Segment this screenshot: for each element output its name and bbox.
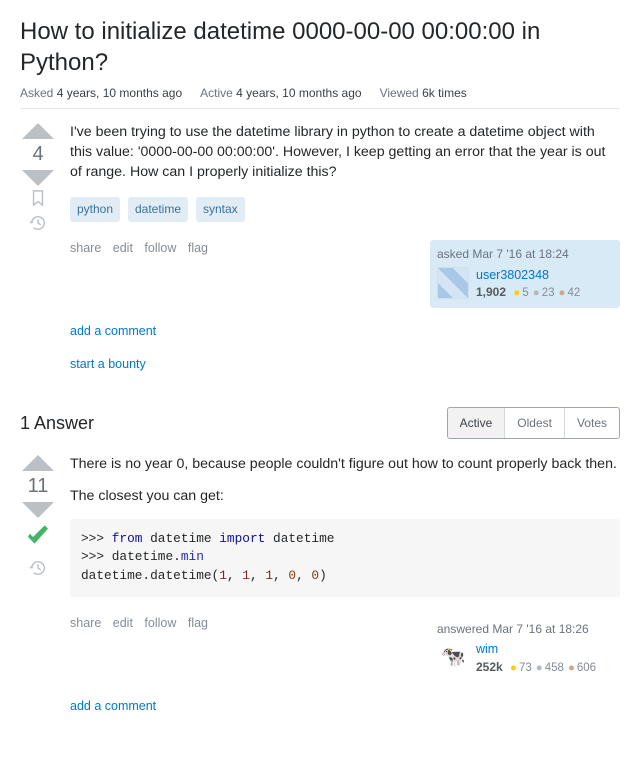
start-bounty-link[interactable]: start a bounty bbox=[70, 356, 146, 374]
asker-name[interactable]: user3802348 bbox=[476, 267, 580, 285]
active-value: 4 years, 10 months ago bbox=[236, 86, 361, 100]
tab-oldest[interactable]: Oldest bbox=[504, 408, 564, 438]
answer-paragraph-1: There is no year 0, because people could… bbox=[70, 455, 620, 475]
upvote-button[interactable] bbox=[22, 455, 54, 471]
answer-paragraph-2: The closest you can get: bbox=[70, 487, 620, 507]
question-body: I've been trying to use the datetime lib… bbox=[70, 123, 620, 387]
tag-datetime[interactable]: datetime bbox=[128, 197, 188, 222]
flag-link[interactable]: flag bbox=[188, 241, 208, 255]
question-score: 4 bbox=[32, 143, 43, 166]
history-icon[interactable] bbox=[29, 559, 47, 582]
asker-badges: 52342 bbox=[509, 287, 580, 299]
answerer-rep: 252k bbox=[476, 660, 503, 674]
question-meta: Asked 4 years, 10 months ago Active 4 ye… bbox=[20, 86, 620, 109]
add-comment-link[interactable]: add a comment bbox=[70, 323, 156, 341]
tab-active[interactable]: Active bbox=[448, 408, 505, 438]
downvote-button[interactable] bbox=[22, 170, 54, 186]
question-actions: share edit follow flag bbox=[70, 240, 216, 258]
viewed-label: Viewed bbox=[380, 86, 419, 100]
history-icon[interactable] bbox=[29, 214, 47, 237]
answer-score: 11 bbox=[28, 475, 49, 498]
asked-value: 4 years, 10 months ago bbox=[57, 86, 182, 100]
follow-link[interactable]: follow bbox=[144, 241, 176, 255]
viewed-value: 6k times bbox=[422, 86, 467, 100]
downvote-button[interactable] bbox=[22, 502, 54, 518]
active-label: Active bbox=[200, 86, 233, 100]
tag-list: python datetime syntax bbox=[70, 197, 620, 222]
question-title: How to initialize datetime 0000-00-00 00… bbox=[20, 16, 620, 78]
code-block: >>> from datetime import datetime >>> da… bbox=[70, 519, 620, 597]
tag-python[interactable]: python bbox=[70, 197, 120, 222]
answer-post: 11 There is no year 0, because people co… bbox=[20, 455, 620, 729]
edit-link[interactable]: edit bbox=[113, 616, 133, 630]
edit-link[interactable]: edit bbox=[113, 241, 133, 255]
answer-actions: share edit follow flag bbox=[70, 615, 216, 633]
answer-vote-column: 11 bbox=[20, 455, 56, 729]
answer-body: There is no year 0, because people could… bbox=[70, 455, 620, 729]
answers-header: 1 Answer Active Oldest Votes bbox=[20, 407, 620, 439]
question-vote-column: 4 bbox=[20, 123, 56, 387]
question-text: I've been trying to use the datetime lib… bbox=[70, 123, 620, 183]
answerer-usercard: answered Mar 7 '16 at 18:26 🐄 wim 252k 7… bbox=[430, 615, 620, 683]
answerer-badges: 73458606 bbox=[506, 662, 596, 674]
asker-rep: 1,902 bbox=[476, 285, 506, 299]
answerer-name[interactable]: wim bbox=[476, 641, 596, 659]
share-link[interactable]: share bbox=[70, 616, 101, 630]
upvote-button[interactable] bbox=[22, 123, 54, 139]
asker-avatar[interactable] bbox=[437, 267, 469, 299]
asked-time: asked Mar 7 '16 at 18:24 bbox=[437, 246, 613, 263]
share-link[interactable]: share bbox=[70, 241, 101, 255]
answerer-avatar[interactable]: 🐄 bbox=[437, 641, 469, 673]
flag-link[interactable]: flag bbox=[188, 616, 208, 630]
add-comment-link[interactable]: add a comment bbox=[70, 698, 156, 716]
tag-syntax[interactable]: syntax bbox=[196, 197, 245, 222]
answers-count: 1 Answer bbox=[20, 413, 94, 434]
answered-time: answered Mar 7 '16 at 18:26 bbox=[437, 621, 613, 638]
accepted-checkmark-icon[interactable] bbox=[23, 522, 53, 555]
tab-votes[interactable]: Votes bbox=[564, 408, 619, 438]
asked-label: Asked bbox=[20, 86, 53, 100]
answer-sort-tabs: Active Oldest Votes bbox=[447, 407, 620, 439]
bookmark-icon[interactable] bbox=[31, 190, 45, 210]
follow-link[interactable]: follow bbox=[144, 616, 176, 630]
asker-usercard: asked Mar 7 '16 at 18:24 user3802348 1,9… bbox=[430, 240, 620, 308]
question-post: 4 I've been trying to use the datetime l… bbox=[20, 123, 620, 387]
